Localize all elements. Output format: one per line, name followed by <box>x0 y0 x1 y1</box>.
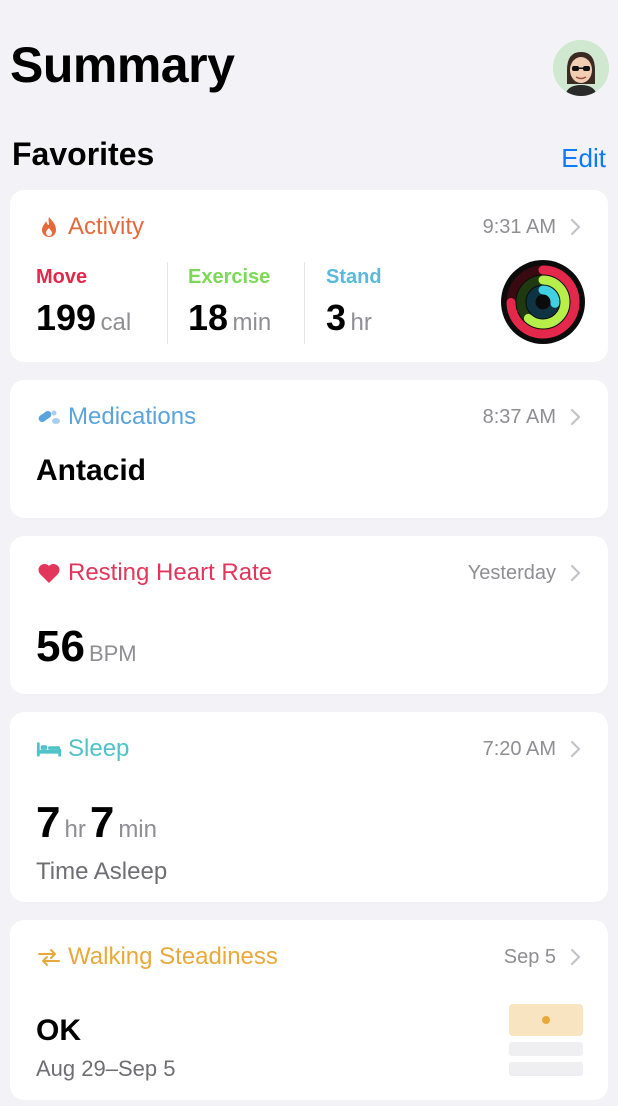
sleep-minutes-unit: min <box>118 816 157 843</box>
chevron-right-icon <box>570 564 581 582</box>
resting-heart-rate-card[interactable]: Resting Heart Rate Yesterday 56 BPM <box>10 536 608 694</box>
move-unit: cal <box>100 309 132 336</box>
page-title: Summary <box>10 37 235 93</box>
medications-card-header: Medications 8:37 AM <box>36 400 582 434</box>
steadiness-level-low <box>509 1042 583 1056</box>
steadiness-title: Walking Steadiness <box>68 943 278 970</box>
memoji-avatar-icon <box>553 40 609 96</box>
chevron-right-icon <box>570 218 581 236</box>
heart-rate-value: 56 <box>36 622 85 671</box>
move-label: Move <box>36 266 88 288</box>
medication-name: Antacid <box>36 454 147 487</box>
move-metric: Move 199 cal <box>36 266 131 339</box>
stand-label: Stand <box>326 266 382 288</box>
sleep-duration: 7 hr7 min <box>36 798 157 848</box>
steadiness-time: Sep 5 <box>503 945 556 968</box>
steadiness-card-header: Walking Steadiness Sep 5 <box>36 940 582 974</box>
medications-title: Medications <box>68 403 197 430</box>
favorites-title: Favorites <box>12 136 155 172</box>
medications-time: 8:37 AM <box>482 405 556 428</box>
stand-unit: hr <box>350 309 372 336</box>
move-value: 199 <box>36 297 97 338</box>
sleep-minutes: 7 <box>89 798 115 847</box>
medications-card[interactable]: Medications 8:37 AM Antacid <box>10 380 608 518</box>
metric-divider <box>167 262 168 344</box>
steadiness-value: OK <box>36 1014 81 1047</box>
steadiness-level-ok <box>509 1004 583 1036</box>
edit-button[interactable]: Edit <box>561 143 606 174</box>
profile-avatar-button[interactable] <box>553 40 609 96</box>
walking-steadiness-icon <box>36 944 62 970</box>
sleep-time: 7:20 AM <box>482 737 556 760</box>
sleep-hours: 7 <box>36 798 61 847</box>
activity-card-header: Activity 9:31 AM <box>36 210 582 244</box>
pills-icon <box>36 404 62 430</box>
walking-steadiness-card[interactable]: Walking Steadiness Sep 5 OK Aug 29–Sep 5 <box>10 920 608 1100</box>
heart-title: Resting Heart Rate <box>68 559 273 586</box>
flame-icon <box>36 214 62 240</box>
chevron-right-icon <box>570 408 581 426</box>
heart-rate-reading: 56 BPM <box>36 622 137 672</box>
activity-rings-icon <box>501 260 585 344</box>
heart-time: Yesterday <box>467 561 556 584</box>
activity-title: Activity <box>68 213 145 240</box>
exercise-value: 18 <box>188 297 229 338</box>
sleep-card-header: Sleep 7:20 AM <box>36 732 582 766</box>
stand-metric: Stand 3 hr <box>326 266 382 339</box>
heart-icon <box>36 560 62 586</box>
steadiness-level-very-low <box>509 1062 583 1076</box>
chevron-right-icon <box>570 740 581 758</box>
chevron-right-icon <box>570 948 581 966</box>
steadiness-level-graphic <box>509 1004 583 1076</box>
stand-value: 3 <box>326 297 347 338</box>
metric-divider <box>304 262 305 344</box>
exercise-unit: min <box>232 309 272 336</box>
steadiness-range: Aug 29–Sep 5 <box>36 1056 176 1081</box>
exercise-metric: Exercise 18 min <box>188 266 271 339</box>
heart-rate-unit: BPM <box>88 641 137 666</box>
sleep-hours-unit: hr <box>64 816 86 843</box>
exercise-label: Exercise <box>188 266 271 288</box>
activity-time: 9:31 AM <box>482 215 556 238</box>
steadiness-marker-dot <box>542 1016 550 1024</box>
sleep-caption: Time Asleep <box>36 858 168 885</box>
sleep-card[interactable]: Sleep 7:20 AM 7 hr7 min Time Asleep <box>10 712 608 902</box>
heart-card-header: Resting Heart Rate Yesterday <box>36 556 582 590</box>
activity-card[interactable]: Activity 9:31 AM Move 199 cal Exercise 1… <box>10 190 608 362</box>
bed-icon <box>36 736 62 762</box>
sleep-title: Sleep <box>68 735 130 762</box>
